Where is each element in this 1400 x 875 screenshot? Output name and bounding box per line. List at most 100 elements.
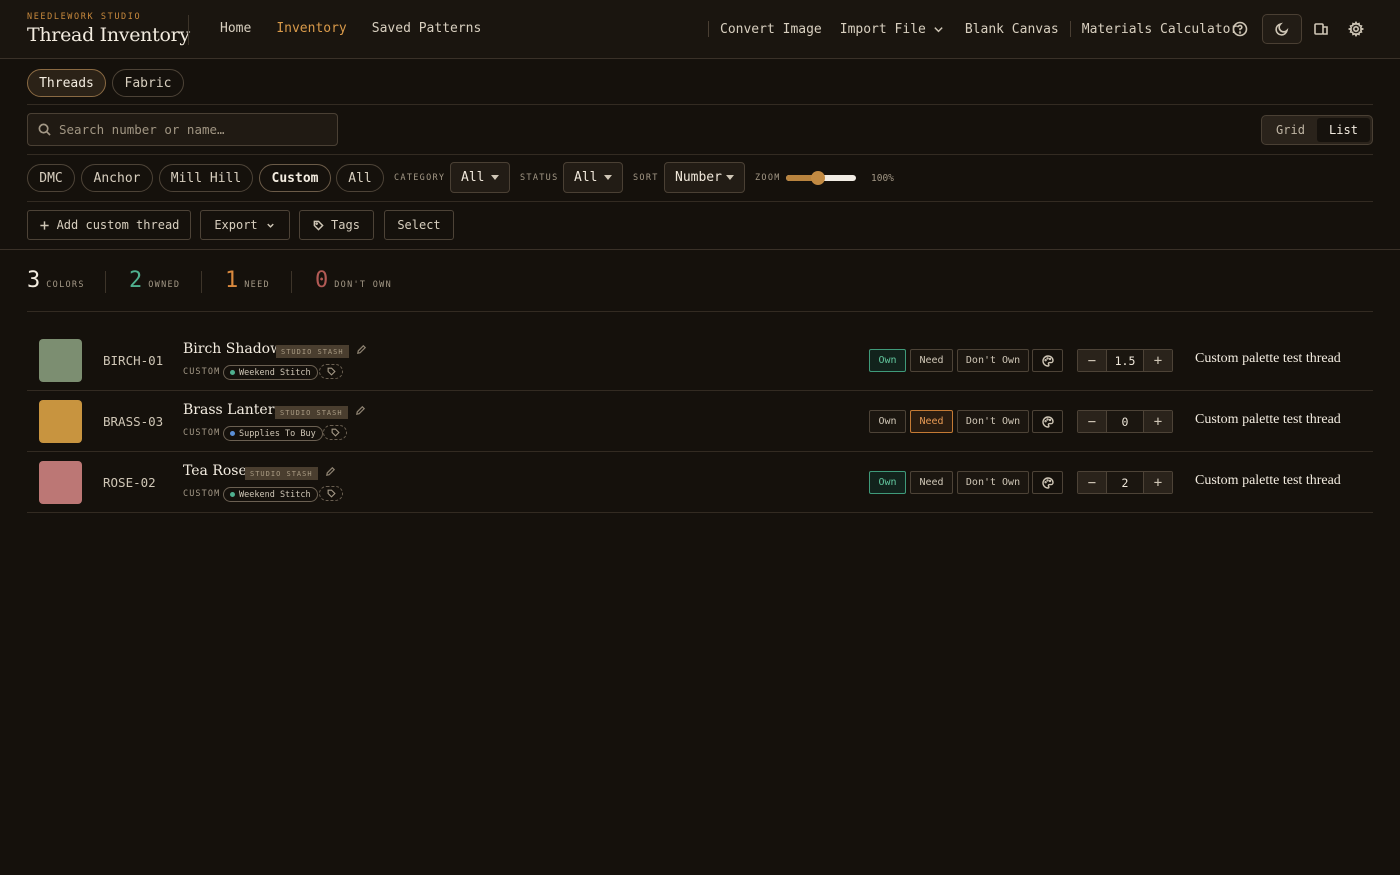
caret-down-icon [604, 175, 612, 180]
add-tag-button[interactable] [319, 364, 343, 379]
sort-select[interactable]: Number [664, 162, 745, 193]
stat-dont-own-value: 0 [315, 268, 329, 293]
page-title: Thread Inventory [27, 24, 190, 46]
add-tag-button[interactable] [319, 486, 343, 501]
status-label: STATUS [520, 173, 559, 183]
pencil-icon [326, 466, 336, 476]
status-dont-own-button[interactable]: Don't Own [957, 410, 1029, 433]
select-button[interactable]: Select [384, 210, 454, 240]
thread-tag[interactable]: Supplies To Buy [223, 426, 323, 441]
thread-code: ROSE-02 [103, 475, 156, 490]
status-own-button[interactable]: Own [869, 471, 906, 494]
gear-icon [1348, 21, 1364, 37]
increment-button[interactable]: + [1144, 472, 1172, 493]
nav-saved-patterns[interactable]: Saved Patterns [372, 21, 482, 36]
thread-tag-label: Weekend Stitch [239, 367, 311, 378]
color-swatch [39, 339, 82, 382]
status-own-button[interactable]: Own [869, 349, 906, 372]
brand-filter-all[interactable]: All [336, 164, 384, 192]
search-icon [38, 123, 51, 136]
quantity-value[interactable]: 2 [1106, 472, 1144, 493]
category-label: CATEGORY [394, 173, 446, 183]
brand-filter-mill-hill[interactable]: Mill Hill [159, 164, 253, 192]
increment-button[interactable]: + [1144, 350, 1172, 371]
add-custom-thread-label: Add custom thread [56, 218, 180, 232]
stat-colors: 3 COLORS [27, 268, 85, 293]
nav-materials-calculator[interactable]: Materials Calculator [1082, 22, 1239, 37]
stat-divider [105, 271, 106, 293]
settings-button[interactable] [1341, 14, 1371, 44]
brand-filter-dmc[interactable]: DMC [27, 164, 75, 192]
view-list-button[interactable]: List [1317, 118, 1370, 142]
status-select[interactable]: All [563, 162, 623, 193]
status-dont-own-button[interactable]: Don't Own [957, 471, 1029, 494]
stat-owned-label: OWNED [148, 280, 181, 290]
brand-filter-custom[interactable]: Custom [259, 164, 331, 192]
theme-toggle-button[interactable] [1262, 14, 1302, 44]
brand-divider [188, 15, 189, 45]
status-need-button[interactable]: Need [910, 471, 953, 494]
zoom-slider-thumb[interactable] [810, 171, 825, 185]
thread-row[interactable]: BRASS-03 Brass Lantern STUDIO STASH CUST… [27, 391, 1373, 452]
view-grid-button[interactable]: Grid [1264, 118, 1317, 142]
palette-button[interactable] [1032, 410, 1063, 433]
nav-import-file[interactable]: Import File [840, 22, 944, 37]
export-button[interactable]: Export [200, 210, 290, 240]
edit-name-button[interactable] [355, 405, 366, 416]
palette-button[interactable] [1032, 471, 1063, 494]
tab-threads[interactable]: Threads [27, 69, 106, 97]
view-toggle: Grid List [1261, 115, 1373, 145]
status-need-button[interactable]: Need [910, 410, 953, 433]
zoom-slider[interactable] [786, 171, 856, 185]
pencil-icon [356, 405, 366, 415]
status-dont-own-button[interactable]: Don't Own [957, 349, 1029, 372]
edit-name-button[interactable] [325, 466, 336, 477]
nav-blank-canvas[interactable]: Blank Canvas [965, 22, 1059, 37]
thread-tag-label: Supplies To Buy [239, 428, 316, 439]
stat-colors-value: 3 [27, 268, 41, 293]
divider [27, 311, 1373, 312]
status-own-button[interactable]: Own [869, 410, 906, 433]
status-need-button[interactable]: Need [910, 349, 953, 372]
thread-brand: CUSTOM [183, 428, 221, 438]
tags-label: Tags [331, 218, 360, 232]
decrement-button[interactable]: − [1078, 350, 1106, 371]
stat-dont-own: 0 DON'T OWN [315, 268, 392, 293]
add-tag-button[interactable] [323, 425, 347, 440]
quantity-value[interactable]: 1.5 [1106, 350, 1144, 371]
category-select[interactable]: All [450, 162, 510, 193]
decrement-button[interactable]: − [1078, 472, 1106, 493]
thread-tag-label: Weekend Stitch [239, 489, 311, 500]
thread-row[interactable]: BIRCH-01 Birch Shadow STUDIO STASH CUSTO… [27, 330, 1373, 391]
palette-button[interactable] [1032, 349, 1063, 372]
stat-colors-label: COLORS [46, 280, 85, 290]
switch-view-button[interactable] [1306, 14, 1336, 44]
nav-inventory[interactable]: Inventory [276, 21, 346, 36]
increment-button[interactable]: + [1144, 411, 1172, 432]
thread-name: Tea Rose [183, 463, 247, 479]
decrement-button[interactable]: − [1078, 411, 1106, 432]
thread-tag[interactable]: Weekend Stitch [223, 365, 318, 380]
quantity-stepper: − 0 + [1077, 410, 1173, 433]
thread-note: Custom palette test thread [1195, 351, 1341, 366]
nav-convert-image[interactable]: Convert Image [720, 22, 822, 37]
brand-filter-anchor[interactable]: Anchor [81, 164, 153, 192]
nav-divider [1069, 21, 1071, 37]
thread-tag[interactable]: Weekend Stitch [223, 487, 318, 502]
thread-row[interactable]: ROSE-02 Tea Rose STUDIO STASH CUSTOM Wee… [27, 452, 1373, 513]
zoom-label: ZOOM [755, 173, 781, 183]
nav-home[interactable]: Home [220, 21, 251, 36]
palette-icon [1041, 415, 1054, 428]
tab-fabric[interactable]: Fabric [112, 69, 184, 97]
nav-import-file-label: Import File [839, 21, 926, 37]
thread-brand: CUSTOM [183, 489, 221, 499]
tag-color-dot [230, 492, 235, 497]
quantity-stepper: − 1.5 + [1077, 349, 1173, 372]
help-button[interactable] [1225, 14, 1255, 44]
add-custom-thread-button[interactable]: Add custom thread [27, 210, 191, 240]
quantity-value[interactable]: 0 [1106, 411, 1144, 432]
search-input[interactable] [59, 122, 329, 137]
edit-name-button[interactable] [356, 344, 367, 355]
tags-button[interactable]: Tags [299, 210, 374, 240]
thread-note: Custom palette test thread [1195, 412, 1341, 427]
